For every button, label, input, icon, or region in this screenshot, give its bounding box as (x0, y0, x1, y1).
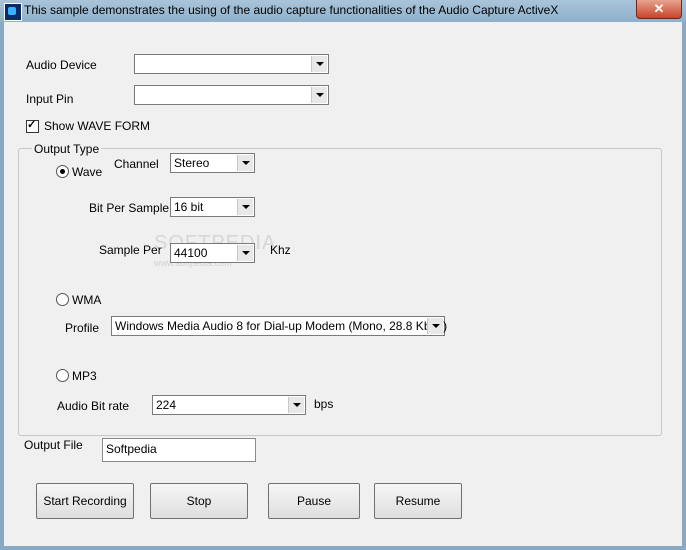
sample-per-select[interactable]: 44100 (170, 243, 255, 263)
input-pin-select[interactable] (134, 85, 329, 105)
chevron-down-icon[interactable] (237, 245, 253, 261)
audio-bitrate-label: Audio Bit rate (57, 399, 130, 413)
chevron-down-icon[interactable] (311, 56, 327, 72)
sample-per-value: 44100 (174, 246, 208, 260)
bit-per-sample-label: Bit Per Sample (89, 201, 170, 215)
chevron-down-icon[interactable] (311, 87, 327, 103)
start-recording-button[interactable]: Start Recording (36, 483, 134, 519)
title-bar[interactable]: This sample demonstrates the using of th… (0, 0, 686, 22)
audio-bitrate-value: 224 (156, 398, 177, 412)
output-type-group (18, 148, 662, 436)
audio-bitrate-select[interactable]: 224 (152, 395, 306, 415)
resume-button[interactable]: Resume (374, 483, 462, 519)
show-wave-label: Show WAVE FORM (44, 119, 151, 133)
app-icon (4, 3, 22, 21)
wave-label: Wave (72, 165, 103, 179)
input-pin-label: Input Pin (26, 92, 74, 106)
bitrate-unit-label: bps (314, 397, 334, 411)
chevron-down-icon[interactable] (427, 318, 443, 334)
chevron-down-icon[interactable] (237, 155, 253, 171)
profile-select[interactable]: Windows Media Audio 8 for Dial-up Modem … (111, 316, 448, 336)
output-file-value: Softpedia (106, 442, 157, 456)
window-title: This sample demonstrates the using of th… (24, 3, 559, 17)
stop-button[interactable]: Stop (150, 483, 248, 519)
bit-per-sample-select[interactable]: 16 bit (170, 197, 255, 217)
channel-select[interactable]: Stereo (170, 153, 255, 173)
audio-device-select[interactable] (134, 54, 329, 74)
sample-unit-label: Khz (270, 243, 291, 257)
output-file-input[interactable]: Softpedia (102, 438, 256, 462)
sample-per-label: Sample Per (99, 243, 162, 257)
channel-value: Stereo (174, 156, 210, 170)
main-window: This sample demonstrates the using of th… (0, 0, 686, 550)
client-area: SOFTPEDIA www.softpedia.com Audio Device… (4, 22, 682, 546)
bit-per-sample-value: 16 bit (174, 200, 204, 214)
audio-device-label: Audio Device (26, 58, 97, 72)
mp3-label: MP3 (72, 369, 97, 383)
chevron-down-icon[interactable] (237, 199, 253, 215)
show-wave-checkbox[interactable] (26, 118, 39, 133)
wma-label: WMA (72, 293, 102, 307)
pause-button[interactable]: Pause (268, 483, 360, 519)
close-button[interactable]: ✕ (636, 0, 682, 19)
output-type-title: Output Type (32, 142, 102, 156)
mp3-radio[interactable] (56, 369, 69, 382)
profile-label: Profile (65, 321, 100, 335)
chevron-down-icon[interactable] (288, 397, 304, 413)
channel-label: Channel (114, 157, 159, 171)
wma-radio[interactable] (56, 293, 69, 306)
profile-value: Windows Media Audio 8 for Dial-up Modem … (115, 319, 448, 333)
output-file-label: Output File (24, 438, 83, 452)
wave-radio[interactable] (56, 165, 69, 178)
